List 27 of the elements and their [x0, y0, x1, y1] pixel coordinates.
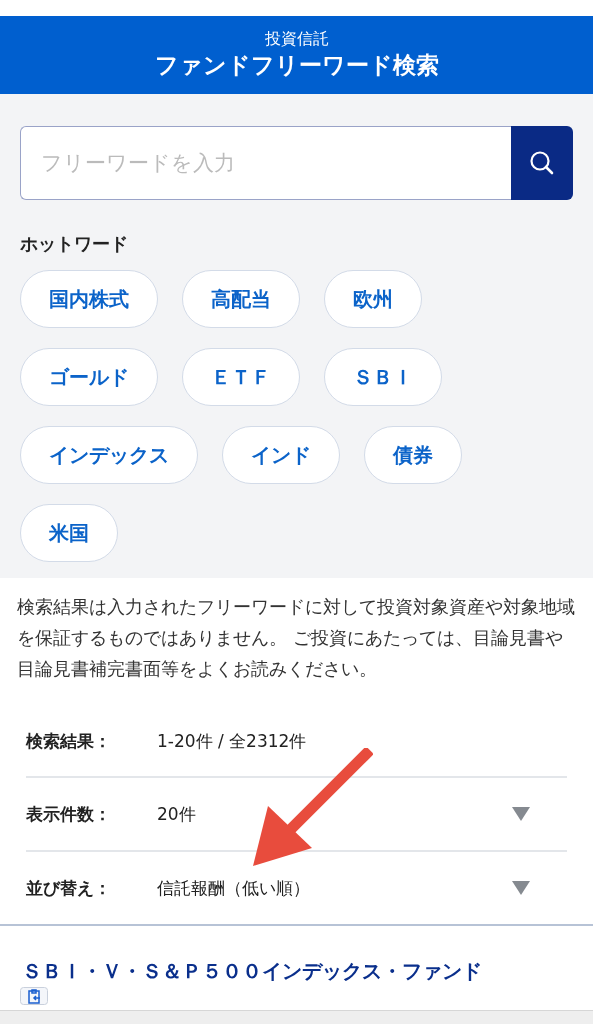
keyword-chip[interactable]: 米国	[20, 504, 118, 562]
keyword-chip[interactable]: 債券	[364, 426, 462, 484]
keyword-chip[interactable]: ゴールド	[20, 348, 158, 406]
row-label: 並び替え：	[26, 876, 112, 900]
section-title: ホットワード	[20, 232, 129, 256]
search-field[interactable]: フリーワードを入力	[20, 126, 511, 200]
row-label: 表示件数：	[26, 802, 112, 826]
search-icon	[528, 149, 556, 177]
select-dropdown[interactable]: 20件	[157, 778, 567, 850]
header-category: 投資信託	[264, 29, 329, 49]
page-title: ファンドフリーワード検索	[154, 51, 439, 80]
search-button[interactable]	[511, 126, 573, 200]
fund-link[interactable]: ＳＢＩ・Ｖ・Ｓ＆Ｐ５００インデックス・ファンド	[22, 959, 482, 983]
disclaimer-text: 検索結果は入力されたフリーワードに対して投資対象資産や対象地域を保証するものではありません。 ご投資にあたっては、目論見書や目論見書補完書面等をよくお読みください。	[16, 596, 576, 681]
keyword-chip[interactable]: ＳＢＩ	[324, 348, 442, 406]
keyword-chip[interactable]: インデックス	[20, 426, 198, 484]
keyword-chip[interactable]: インド	[222, 426, 340, 484]
select-dropdown[interactable]: 信託報酬（低い順）	[157, 852, 567, 924]
dropdown-icon	[511, 880, 531, 896]
dropdown-icon	[511, 806, 531, 822]
keyword-chip[interactable]: 欧州	[324, 270, 422, 328]
keyword-chip[interactable]: 国内株式	[20, 270, 158, 328]
clipboard-icon[interactable]	[20, 987, 48, 1005]
row-label: 検索結果：	[26, 729, 112, 753]
keyword-chip[interactable]: 高配当	[182, 270, 300, 328]
keyword-chip[interactable]: ＥＴＦ	[182, 348, 300, 406]
result-count: 1-20件 / 全2312件	[157, 729, 308, 753]
